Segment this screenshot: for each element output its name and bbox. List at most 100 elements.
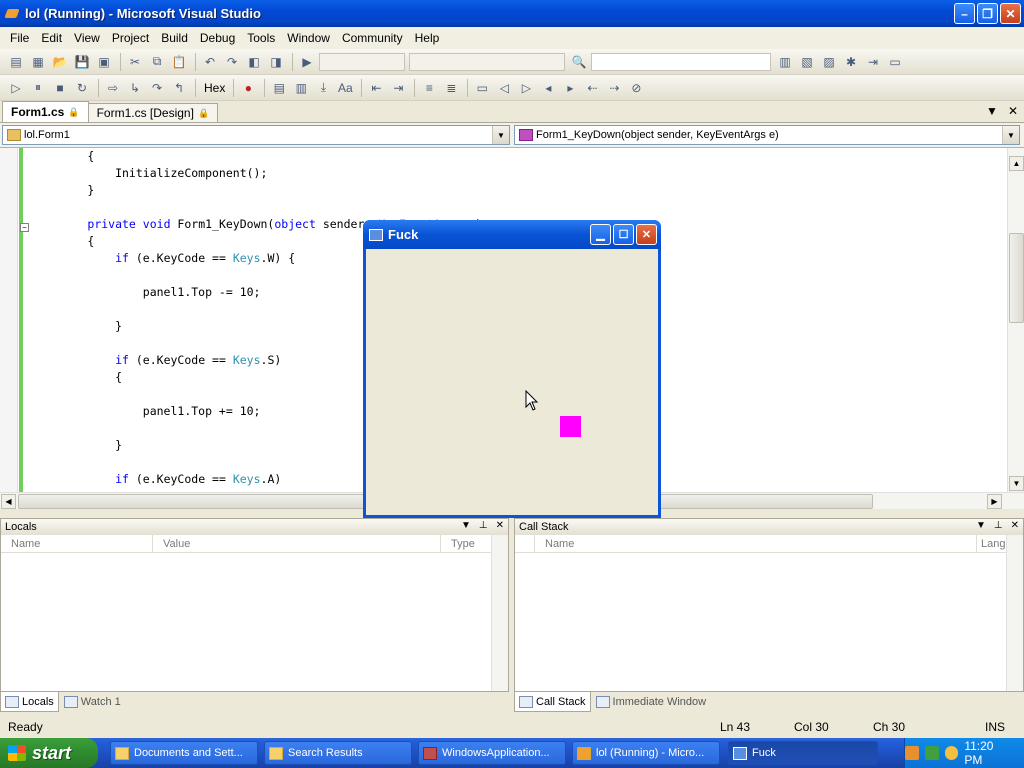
copy-icon[interactable]: ⧉ [147,53,167,71]
taskbar-button-search-results[interactable]: Search Results [264,741,412,765]
properties-icon[interactable]: ▧ [797,53,817,71]
form-minimize-button[interactable]: ▁ [590,224,611,245]
menu-edit[interactable]: Edit [35,31,68,45]
stop-debugging-icon[interactable]: ■ [50,79,70,97]
close-icon[interactable]: ✕ [496,520,504,531]
find-in-files-icon[interactable]: 🔍 [569,53,589,71]
search-icon[interactable] [944,746,959,760]
close-icon[interactable]: ✕ [1011,520,1019,531]
menu-window[interactable]: Window [281,31,336,45]
open-file-icon[interactable]: 📂 [50,53,70,71]
bookmark-icon[interactable]: ▭ [472,79,492,97]
autos-icon[interactable]: ⤓ [313,79,333,97]
column-language[interactable]: Lang [977,535,1007,552]
save-icon[interactable]: 💾 [72,53,92,71]
watch-icon[interactable]: ▤ [269,79,289,97]
tab-call-stack[interactable]: Call Stack [514,692,591,712]
comment-icon[interactable]: ≡ [419,79,439,97]
chevron-down-icon[interactable]: ▼ [492,126,509,144]
code-line[interactable]: InitializeComponent(); [32,165,482,182]
breakpoints-icon[interactable]: ● [238,79,258,97]
pin-icon[interactable]: ⊥ [479,520,488,531]
scroll-right-button[interactable]: ▶ [987,494,1002,509]
solution-configuration-combo[interactable] [319,52,405,71]
step-over-icon[interactable]: ↷ [147,79,167,97]
hex-toggle[interactable]: Hex [204,81,225,95]
add-item-icon[interactable]: ▦ [28,53,48,71]
break-all-icon[interactable]: ⏸ [28,79,48,97]
scroll-thumb[interactable] [1009,233,1024,323]
network-icon[interactable] [904,746,919,760]
uncomment-icon[interactable]: ≣ [441,79,461,97]
scroll-down-button[interactable]: ▼ [1009,476,1024,491]
start-button[interactable]: start [0,738,98,768]
close-button[interactable]: ✕ [1000,3,1021,24]
cut-icon[interactable]: ✂ [125,53,145,71]
navigate-forward-icon[interactable]: ◨ [266,53,286,71]
menu-tools[interactable]: Tools [241,31,281,45]
continue-icon[interactable]: ▷ [6,79,26,97]
minimize-button[interactable]: – [954,3,975,24]
previous-bookmark-icon[interactable]: ◁ [494,79,514,97]
form-client-area[interactable] [366,249,658,515]
vertical-scrollbar[interactable] [491,535,508,691]
clear-bookmarks-icon[interactable]: ⊘ [626,79,646,97]
object-browser-icon[interactable]: ▨ [819,53,839,71]
class-combo[interactable]: lol.Form1 ▼ [2,125,510,145]
tab-watch-1[interactable]: Watch 1 [59,692,126,712]
menu-project[interactable]: Project [106,31,155,45]
menu-community[interactable]: Community [336,31,409,45]
decrease-indent-icon[interactable]: ⇤ [366,79,386,97]
column-value[interactable]: Value [153,535,441,552]
menu-file[interactable]: File [4,31,35,45]
find-combo[interactable] [591,52,771,71]
scroll-up-button[interactable]: ▲ [1009,156,1024,171]
start-page-icon[interactable]: ⇥ [863,53,883,71]
previous-bookmark-doc-icon[interactable]: ⇠ [582,79,602,97]
vertical-scrollbar[interactable]: ▲ ▼ [1007,148,1024,493]
restart-icon[interactable]: ↻ [72,79,92,97]
code-line[interactable]: } [32,182,482,199]
taskbar-button-visual-studio[interactable]: lol (Running) - Micro... [572,741,720,765]
menu-build[interactable]: Build [155,31,194,45]
next-bookmark-icon[interactable]: ▷ [516,79,536,97]
scroll-left-button[interactable]: ◀ [1,494,16,509]
taskbar-button-windows-application[interactable]: WindowsApplication... [418,741,566,765]
collapse-toggle[interactable]: − [20,223,29,232]
menu-debug[interactable]: Debug [194,31,241,45]
taskbar-button-fuck[interactable]: Fuck [728,741,878,765]
solution-explorer-icon[interactable]: ▥ [775,53,795,71]
running-form-window[interactable]: Fuck ▁ ☐ ✕ [363,220,661,518]
restore-button[interactable]: ❐ [977,3,998,24]
code-line[interactable] [32,199,482,216]
tab-immediate-window[interactable]: Immediate Window [591,692,712,712]
update-icon[interactable] [924,746,939,760]
undo-icon[interactable]: ↶ [200,53,220,71]
tab-form1-cs[interactable]: Form1.cs 🔒 [2,101,89,122]
taskbar-button-documents[interactable]: Documents and Sett... [110,741,258,765]
pin-icon[interactable]: ⊥ [994,520,1003,531]
output-icon[interactable]: ▭ [885,53,905,71]
column-name[interactable]: Name [1,535,153,552]
navigate-backward-icon[interactable]: ◧ [244,53,264,71]
redo-icon[interactable]: ↷ [222,53,242,71]
previous-bookmark-folder-icon[interactable]: ◂ [538,79,558,97]
continue-icon[interactable]: ▶ [297,53,317,71]
chevron-down-icon[interactable]: ▼ [976,520,986,531]
menu-help[interactable]: Help [409,31,446,45]
vertical-scrollbar[interactable] [1006,535,1023,691]
form-close-button[interactable]: ✕ [636,224,657,245]
column-type[interactable]: Type [441,535,493,552]
next-bookmark-doc-icon[interactable]: ⇢ [604,79,624,97]
form-title-bar[interactable]: Fuck ▁ ☐ ✕ [363,220,661,249]
chevron-down-icon[interactable]: ▼ [1002,126,1019,144]
new-project-icon[interactable]: ▤ [6,53,26,71]
menu-view[interactable]: View [68,31,106,45]
paste-icon[interactable]: 📋 [169,53,189,71]
chevron-down-icon[interactable]: ▼ [461,520,471,531]
locals-icon[interactable]: ▥ [291,79,311,97]
show-next-statement-icon[interactable]: ⇨ [103,79,123,97]
solution-platform-combo[interactable] [409,52,565,71]
save-all-icon[interactable]: ▣ [94,53,114,71]
next-bookmark-folder-icon[interactable]: ▸ [560,79,580,97]
